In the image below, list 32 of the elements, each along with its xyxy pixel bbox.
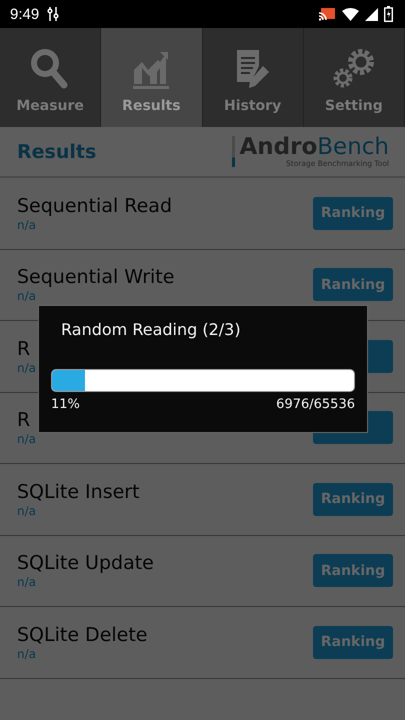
- ranking-button[interactable]: Ranking: [313, 482, 393, 516]
- benchmark-result: n/a: [17, 646, 38, 661]
- search-icon: [30, 48, 70, 90]
- ranking-button[interactable]: Ranking: [313, 554, 393, 588]
- battery-icon: [384, 6, 393, 22]
- benchmark-result: n/a: [17, 504, 38, 518]
- status-time: 9:49: [10, 6, 40, 22]
- benchmark-result: n/a: [17, 432, 36, 446]
- tune-icon: [47, 6, 60, 22]
- cast-icon: [319, 7, 336, 21]
- progress-percent: 11%: [51, 397, 80, 412]
- benchmark-name: Sequential Read: [17, 194, 172, 218]
- benchmark-name: Sequential Write: [17, 266, 174, 290]
- benchmark-name: SQLite Insert: [17, 480, 140, 504]
- ranking-button[interactable]: Ranking: [313, 626, 393, 659]
- benchmark-result: n/a: [17, 289, 38, 304]
- benchmark-name: R: [17, 338, 32, 361]
- signal-icon: [365, 8, 378, 20]
- benchmark-name: R: [17, 409, 32, 432]
- benchmark-name: SQLite Delete: [17, 624, 148, 647]
- benchmark-result: n/a: [17, 360, 36, 375]
- progress-count: 6976/65536: [276, 397, 355, 412]
- benchmark-name: SQLite Update: [17, 552, 154, 576]
- dialog-title: Random Reading (2/3): [61, 320, 242, 339]
- tab[interactable]: Results: [101, 28, 202, 127]
- page-title: Results: [17, 140, 96, 162]
- ranking-button[interactable]: Ranking: [313, 268, 393, 302]
- gears-icon: [332, 48, 376, 90]
- benchmark-result: n/a: [17, 575, 38, 590]
- benchmark-result: n/a: [17, 218, 38, 232]
- ranking-button[interactable]: Ranking: [313, 196, 393, 230]
- wifi-icon: [342, 8, 359, 20]
